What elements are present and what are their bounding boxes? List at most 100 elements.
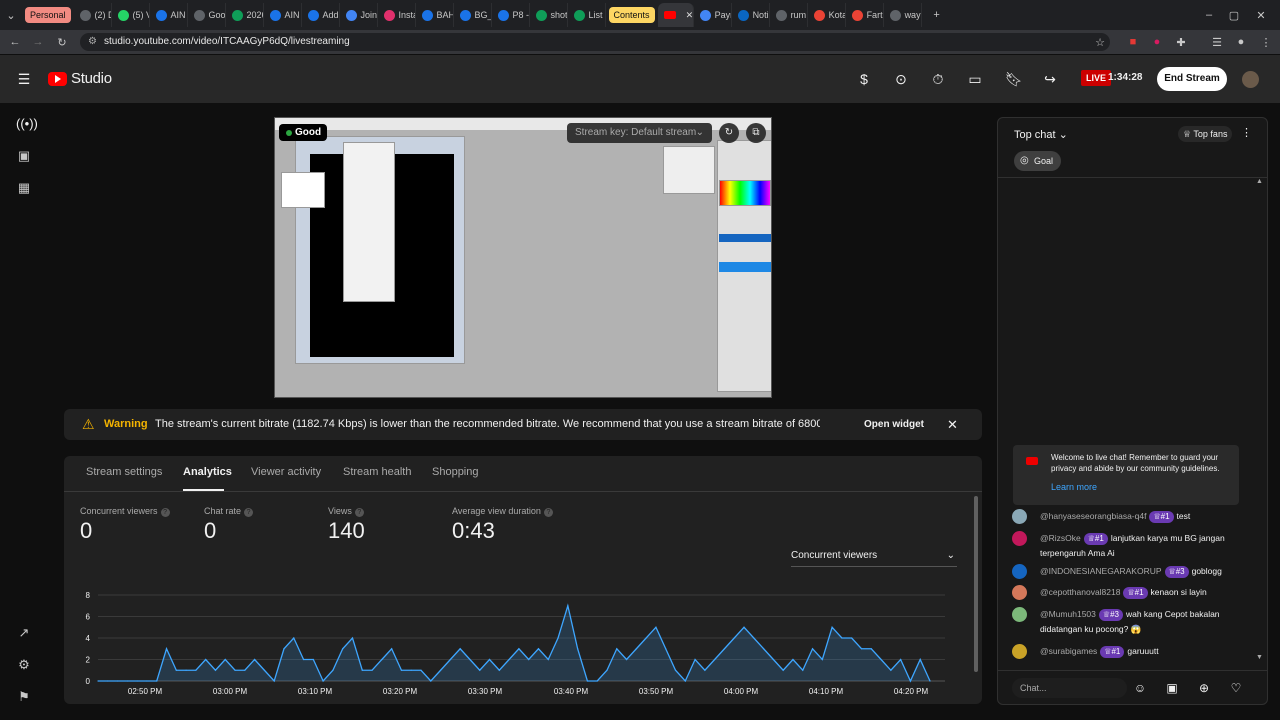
profile-icon[interactable]: ● <box>1230 36 1252 48</box>
browser-tab[interactable]: Goo <box>188 3 226 27</box>
browser-tab[interactable]: Fart <box>846 3 884 27</box>
data-point[interactable] <box>185 669 187 671</box>
data-point[interactable] <box>782 669 784 671</box>
chat-message[interactable]: @INDONESIANEGARAKORUP ♕#3 goblogg <box>1012 564 1257 579</box>
extensions-puzzle-icon[interactable]: ✚ <box>1170 36 1192 49</box>
learn-more-link[interactable]: Learn more <box>1051 482 1097 492</box>
browser-tab[interactable]: Payn <box>694 3 732 27</box>
chat-avatar[interactable] <box>1012 644 1027 659</box>
data-point[interactable] <box>449 658 451 661</box>
data-point[interactable] <box>577 648 579 650</box>
clip-icon[interactable]: ▭ <box>967 71 983 87</box>
data-point[interactable] <box>645 637 647 639</box>
monetization-icon[interactable]: $ <box>856 71 872 87</box>
browser-tab[interactable]: Join <box>340 3 378 27</box>
end-stream-button[interactable]: End Stream <box>1157 67 1227 91</box>
data-point[interactable] <box>919 658 921 661</box>
data-point[interactable] <box>606 669 608 671</box>
browser-tab[interactable]: Insta <box>378 3 416 27</box>
data-point[interactable] <box>351 637 354 639</box>
chat-author-name[interactable]: @Mumuh1503 <box>1040 609 1096 619</box>
chat-author-name[interactable]: @cepotthanoval8218 <box>1040 587 1120 597</box>
timer-icon[interactable]: ⏱ <box>930 71 946 87</box>
data-point[interactable] <box>831 626 833 628</box>
data-point[interactable] <box>244 669 246 671</box>
tab-stream-health[interactable]: Stream health <box>343 466 411 478</box>
extension-icon[interactable]: ● <box>1146 36 1168 48</box>
data-point[interactable] <box>488 658 491 661</box>
data-point[interactable] <box>625 658 628 661</box>
data-point[interactable] <box>811 648 814 650</box>
menu-icon[interactable]: ☰ <box>16 71 32 87</box>
data-point[interactable] <box>528 658 530 661</box>
tab-shopping[interactable]: Shopping <box>432 466 479 478</box>
browser-tab[interactable]: AIN <box>150 3 188 27</box>
address-bar[interactable]: ⚙ studio.youtube.com/video/ITCAAGyP6dQ/l… <box>80 33 1110 51</box>
data-point[interactable] <box>381 658 383 661</box>
browser-tab[interactable]: 2026 <box>226 3 264 27</box>
earnings-icon[interactable]: ⊙ <box>893 71 909 87</box>
chat-author-name[interactable]: @surabigames <box>1040 646 1097 656</box>
close-icon[interactable]: ✕ <box>947 409 958 440</box>
super-chat-icon[interactable]: ▣ <box>1164 680 1180 696</box>
tab-viewer-activity[interactable]: Viewer activity <box>251 466 321 478</box>
browser-tab[interactable]: Kota <box>808 3 846 27</box>
analytics-scrollbar[interactable] <box>974 496 978 672</box>
stream-preview[interactable] <box>274 117 772 398</box>
data-point[interactable] <box>841 637 843 639</box>
data-point[interactable] <box>136 680 138 682</box>
tab-analytics[interactable]: Analytics <box>183 466 232 478</box>
data-point[interactable] <box>263 669 265 671</box>
data-point[interactable] <box>763 648 765 650</box>
metric-selector-dropdown[interactable]: Concurrent viewers ⌄ <box>791 550 957 567</box>
browser-tab[interactable]: Add <box>302 3 340 27</box>
minimize-icon[interactable]: – <box>1198 9 1220 21</box>
data-point[interactable] <box>635 648 637 650</box>
chat-avatar[interactable] <box>1012 585 1027 600</box>
data-point[interactable] <box>616 648 618 650</box>
data-point[interactable] <box>586 680 589 682</box>
chat-input[interactable]: Chat... <box>1012 678 1127 698</box>
data-point[interactable] <box>753 637 755 639</box>
help-icon[interactable]: ? <box>354 508 364 517</box>
data-point[interactable] <box>420 669 422 671</box>
data-point[interactable] <box>655 626 657 628</box>
scroll-up-icon[interactable]: ▲ <box>1256 178 1263 185</box>
back-icon[interactable]: ← <box>4 36 26 48</box>
data-point[interactable] <box>479 669 481 671</box>
data-point[interactable] <box>704 669 706 671</box>
data-point[interactable] <box>400 669 403 671</box>
help-icon[interactable]: ? <box>160 508 170 517</box>
help-icon[interactable]: ? <box>543 508 553 517</box>
chat-author-name[interactable]: @INDONESIANEGARAKORUP <box>1040 566 1162 576</box>
data-point[interactable] <box>312 658 314 661</box>
data-point[interactable] <box>851 637 853 639</box>
camera-icon[interactable]: ▣ <box>16 148 32 164</box>
settings-icon[interactable]: ⚙ <box>16 657 32 673</box>
browser-tab[interactable]: way <box>884 3 922 27</box>
stream-key-dropdown[interactable]: Stream key: Default stream ⌄ <box>567 123 712 143</box>
data-point[interactable] <box>361 669 363 671</box>
browser-tab[interactable]: P8 - <box>492 3 530 27</box>
data-point[interactable] <box>547 658 549 661</box>
data-point[interactable] <box>371 669 373 671</box>
data-point[interactable] <box>723 648 726 650</box>
data-point[interactable] <box>214 669 217 671</box>
data-point[interactable] <box>802 669 804 671</box>
data-point[interactable] <box>273 680 275 682</box>
data-point[interactable] <box>665 648 667 650</box>
bookmark-star-icon[interactable]: ☆ <box>1089 36 1111 49</box>
browser-tab[interactable]: AIN <box>264 3 302 27</box>
refresh-icon[interactable]: ↻ <box>719 123 739 143</box>
data-point[interactable] <box>909 680 912 682</box>
data-point[interactable] <box>792 658 794 661</box>
bookmark-icon[interactable]: 🔖︎ <box>1005 71 1023 87</box>
data-point[interactable] <box>518 648 520 650</box>
studio-logo-text[interactable]: Studio <box>71 70 112 87</box>
tab-stream-settings[interactable]: Stream settings <box>86 466 162 478</box>
chat-author-name[interactable]: @RizsOke <box>1040 533 1081 543</box>
data-point[interactable] <box>97 680 99 682</box>
emoji-icon[interactable]: ☺ <box>1132 680 1148 696</box>
data-point[interactable] <box>537 648 540 650</box>
data-point[interactable] <box>342 648 344 650</box>
